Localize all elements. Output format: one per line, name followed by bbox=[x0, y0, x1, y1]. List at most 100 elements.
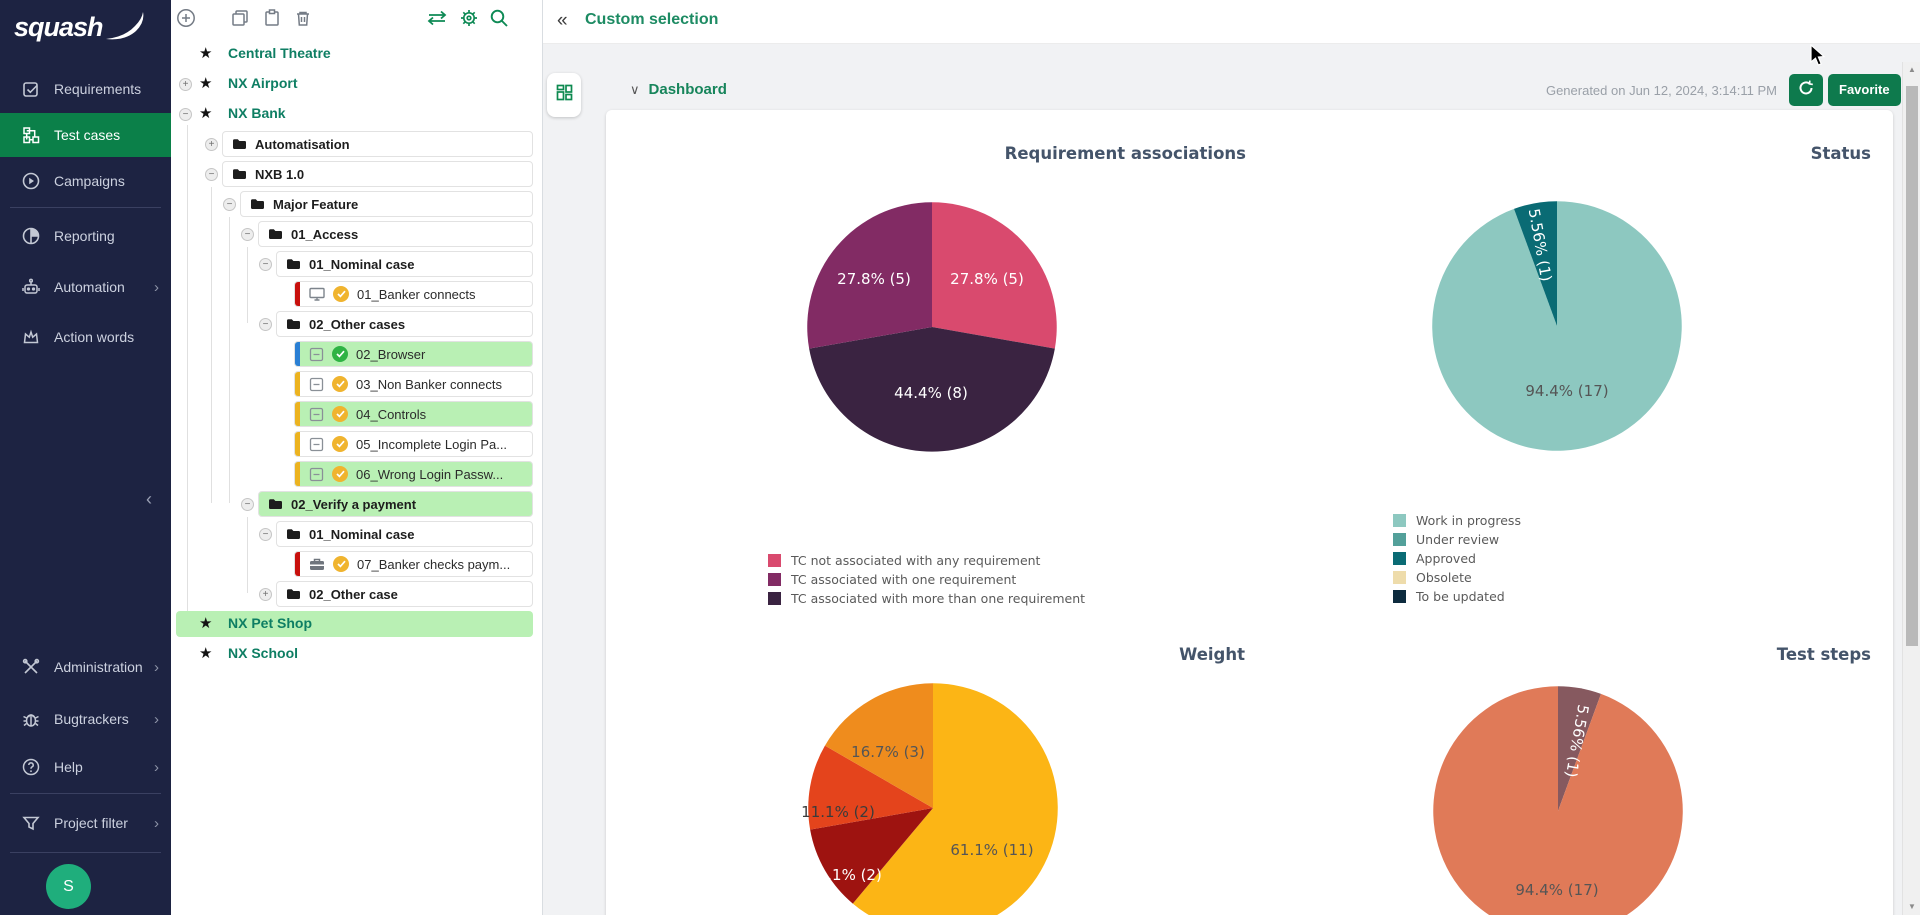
legend-item[interactable]: TC associated with more than one require… bbox=[768, 589, 1085, 608]
chart-title-status: Status bbox=[1811, 144, 1871, 163]
sidebar-item-project-filter[interactable]: Project filter › bbox=[0, 801, 171, 845]
project-label[interactable]: NX School bbox=[228, 645, 298, 661]
dashboard-section-toggle[interactable]: ∨ Dashboard bbox=[630, 81, 727, 98]
collapse-panel-icon[interactable]: « bbox=[557, 10, 568, 32]
monitor-icon bbox=[309, 287, 325, 301]
dashboard-tab-button[interactable] bbox=[547, 73, 581, 117]
tree-node-card[interactable]: 05_Incomplete Login Pa... bbox=[294, 431, 533, 457]
tree-node-card[interactable]: NXB 1.0 bbox=[222, 161, 533, 187]
star-icon: ★ bbox=[199, 44, 212, 62]
tree-node-card[interactable]: 01_Access bbox=[258, 221, 533, 247]
project-label[interactable]: NX Airport bbox=[228, 75, 297, 91]
tree-node-card[interactable]: 04_Controls bbox=[294, 401, 533, 427]
legend-swatch bbox=[1393, 590, 1406, 603]
importance-bar bbox=[295, 342, 300, 367]
collapse-node-icon[interactable]: − bbox=[259, 318, 272, 331]
settings-button[interactable] bbox=[455, 4, 483, 32]
tree-node-card[interactable]: 01_Nominal case bbox=[276, 521, 533, 547]
scrollbar-thumb[interactable] bbox=[1906, 86, 1918, 646]
submenu-chevron-icon: › bbox=[154, 815, 159, 832]
tree-node-card[interactable]: 02_Verify a payment bbox=[258, 491, 533, 517]
tree-node-card[interactable]: Major Feature bbox=[240, 191, 533, 217]
collapse-node-icon[interactable]: − bbox=[241, 228, 254, 241]
tree-node-card[interactable]: 02_Other cases bbox=[276, 311, 533, 337]
administration-icon bbox=[21, 657, 41, 677]
sidebar-item-requirements[interactable]: Requirements bbox=[0, 67, 171, 111]
status-check-badge bbox=[332, 376, 348, 392]
user-avatar[interactable]: S bbox=[46, 864, 91, 909]
collapse-node-icon[interactable]: − bbox=[179, 108, 192, 121]
expand-node-icon[interactable]: + bbox=[259, 588, 272, 601]
status-check-badge bbox=[333, 556, 349, 572]
sidebar-item-automation[interactable]: Automation › bbox=[0, 265, 171, 309]
legend-item[interactable]: Approved bbox=[1393, 549, 1521, 568]
sidebar-item-campaigns[interactable]: Campaigns bbox=[0, 159, 171, 203]
test-case-label: 01_Banker connects bbox=[357, 287, 476, 302]
tree-node-card[interactable]: 07_Banker checks paym... bbox=[294, 551, 533, 577]
sidebar-item-bugtrackers[interactable]: Bugtrackers › bbox=[0, 697, 171, 741]
folder-label: 01_Access bbox=[291, 227, 358, 242]
tree-node-card[interactable]: 01_Nominal case bbox=[276, 251, 533, 277]
tree-node-card[interactable]: 02_Browser bbox=[294, 341, 533, 367]
tree-node-card[interactable]: 02_Other case bbox=[276, 581, 533, 607]
chart-title-requirement-associations: Requirement associations bbox=[1005, 144, 1246, 163]
collapse-node-icon[interactable]: − bbox=[241, 498, 254, 511]
submenu-chevron-icon: › bbox=[154, 711, 159, 728]
page-title: Custom selection bbox=[585, 11, 718, 29]
project-label[interactable]: Central Theatre bbox=[228, 45, 331, 61]
refresh-button[interactable] bbox=[1789, 74, 1823, 106]
importance-bar bbox=[295, 462, 300, 487]
copy-button[interactable] bbox=[226, 4, 254, 32]
add-button[interactable] bbox=[172, 4, 200, 32]
campaigns-icon bbox=[21, 171, 41, 191]
scroll-up-icon[interactable]: ▲ bbox=[1903, 62, 1920, 78]
tree-node-card[interactable]: 06_Wrong Login Passw... bbox=[294, 461, 533, 487]
project-label[interactable]: NX Pet Shop bbox=[228, 615, 312, 631]
logo-swoosh-icon bbox=[105, 10, 147, 44]
collapse-node-icon[interactable]: − bbox=[205, 168, 218, 181]
pie-label: 27.8% (5) bbox=[837, 270, 911, 288]
legend-item[interactable]: To be updated bbox=[1393, 587, 1521, 606]
folder-icon bbox=[232, 138, 247, 150]
paste-button[interactable] bbox=[258, 4, 286, 32]
vertical-scrollbar[interactable]: ▲ ▼ bbox=[1902, 62, 1920, 915]
pie-label: 16.7% (3) bbox=[851, 743, 925, 761]
project-label[interactable]: NX Bank bbox=[228, 105, 286, 121]
main-header: « Custom selection bbox=[543, 0, 1920, 44]
sidebar-item-administration[interactable]: Administration › bbox=[0, 645, 171, 689]
expand-node-icon[interactable]: + bbox=[179, 78, 192, 91]
legend-item[interactable]: Under review bbox=[1393, 530, 1521, 549]
squash-logo[interactable]: squash bbox=[0, 0, 171, 54]
tree-node-card[interactable]: 01_Banker connects bbox=[294, 281, 533, 307]
collapse-node-icon[interactable]: − bbox=[259, 528, 272, 541]
sidebar-item-help[interactable]: Help › bbox=[0, 745, 171, 789]
legend-item[interactable]: TC associated with one requirement bbox=[768, 570, 1085, 589]
step-icon bbox=[309, 347, 324, 362]
test-cases-icon bbox=[21, 125, 41, 145]
tree-node-card[interactable]: Automatisation bbox=[222, 131, 533, 157]
tree-node-card[interactable]: 03_Non Banker connects bbox=[294, 371, 533, 397]
sidebar-item-action-words[interactable]: Action words bbox=[0, 315, 171, 359]
search-button[interactable] bbox=[485, 4, 513, 32]
expand-node-icon[interactable]: + bbox=[205, 138, 218, 151]
legend-item[interactable]: Work in progress bbox=[1393, 511, 1521, 530]
sidebar-item-reporting[interactable]: Reporting bbox=[0, 214, 171, 258]
scroll-down-icon[interactable]: ▼ bbox=[1903, 899, 1920, 915]
folder-label: Major Feature bbox=[273, 197, 358, 212]
sidebar-item-test-cases[interactable]: Test cases bbox=[0, 113, 171, 157]
legend-label: Approved bbox=[1416, 551, 1476, 566]
collapse-node-icon[interactable]: − bbox=[223, 198, 236, 211]
tree-folder-row: −01_Nominal case bbox=[171, 251, 543, 277]
test-case-label: 07_Banker checks paym... bbox=[357, 557, 510, 572]
tree-folder-row: − Major Feature bbox=[171, 191, 543, 217]
legend-item[interactable]: Obsolete bbox=[1393, 568, 1521, 587]
briefcase-icon bbox=[309, 557, 325, 571]
collapse-node-icon[interactable]: − bbox=[259, 258, 272, 271]
swap-button[interactable] bbox=[423, 4, 451, 32]
delete-button[interactable] bbox=[289, 4, 317, 32]
legend-item[interactable]: TC not associated with any requirement bbox=[768, 551, 1085, 570]
favorite-button[interactable]: Favorite bbox=[1828, 74, 1901, 106]
sidebar-collapse-icon[interactable]: ‹ bbox=[146, 489, 152, 510]
status-check-badge bbox=[332, 406, 348, 422]
legend-requirement-associations: TC not associated with any requirementTC… bbox=[768, 551, 1085, 608]
